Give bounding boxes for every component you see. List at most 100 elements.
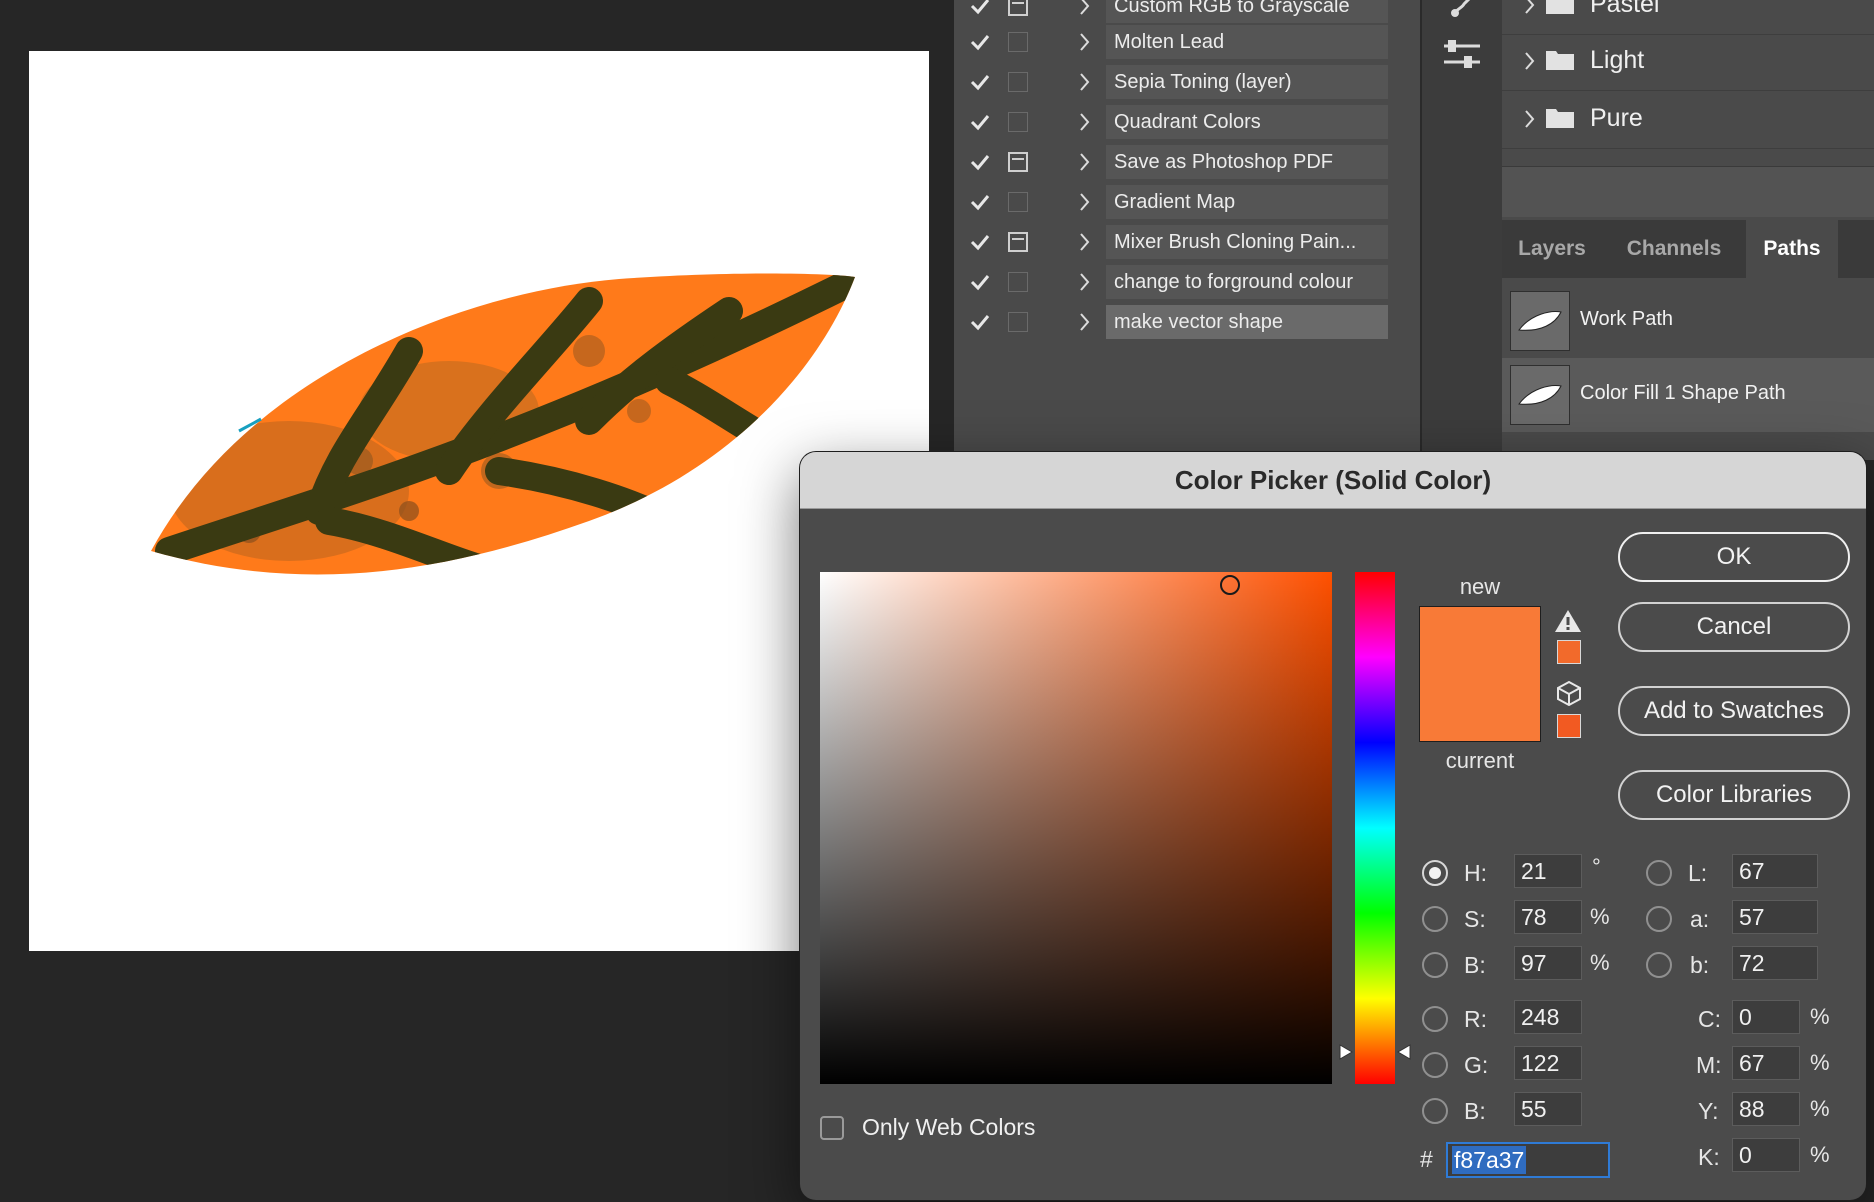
- dialog-toggle-icon[interactable]: [1008, 192, 1028, 212]
- checkmark-icon[interactable]: [968, 30, 992, 54]
- chevron-right-icon[interactable]: [1078, 271, 1092, 293]
- magenta-input[interactable]: 67: [1732, 1046, 1800, 1080]
- only-web-colors-label[interactable]: Only Web Colors: [862, 1114, 1035, 1141]
- swatch-group-row[interactable]: Light: [1502, 34, 1874, 91]
- hex-input[interactable]: f87a37: [1446, 1142, 1610, 1178]
- action-row[interactable]: change to forground colour: [954, 262, 1420, 302]
- lab-a-input[interactable]: 57: [1732, 900, 1818, 934]
- gamut-correction-swatch[interactable]: [1557, 640, 1581, 664]
- saturation-brightness-field[interactable]: [820, 572, 1332, 1084]
- dialog-toggle-icon[interactable]: [1008, 272, 1028, 292]
- adjustments-sliders-icon[interactable]: [1442, 38, 1482, 74]
- chevron-right-icon[interactable]: [1078, 71, 1092, 93]
- action-label[interactable]: Molten Lead: [1106, 25, 1388, 59]
- hue-slider-right-arrow-icon[interactable]: [1396, 1044, 1412, 1060]
- action-label[interactable]: Sepia Toning (layer): [1106, 65, 1388, 99]
- chevron-right-icon[interactable]: [1078, 311, 1092, 333]
- action-label[interactable]: change to forground colour: [1106, 265, 1388, 299]
- brightness-input[interactable]: 97: [1514, 946, 1582, 980]
- document-canvas[interactable]: [29, 51, 929, 951]
- action-label[interactable]: Mixer Brush Cloning Pain...: [1106, 225, 1388, 259]
- dialog-titlebar[interactable]: Color Picker (Solid Color): [800, 452, 1866, 509]
- chevron-right-icon[interactable]: [1524, 0, 1536, 15]
- dialog-toggle-icon[interactable]: [1008, 152, 1028, 172]
- dialog-toggle-icon[interactable]: [1008, 32, 1028, 52]
- color-marker[interactable]: [1220, 575, 1240, 595]
- checkmark-icon[interactable]: [968, 110, 992, 134]
- hue-input[interactable]: 21: [1514, 854, 1582, 888]
- action-row[interactable]: Quadrant Colors: [954, 102, 1420, 142]
- lab-l-radio[interactable]: [1646, 860, 1672, 886]
- red-input[interactable]: 248: [1514, 1000, 1582, 1034]
- cancel-button[interactable]: Cancel: [1618, 602, 1850, 652]
- checkmark-icon[interactable]: [968, 310, 992, 334]
- action-row[interactable]: Save as Photoshop PDF: [954, 142, 1420, 182]
- green-radio[interactable]: [1422, 1052, 1448, 1078]
- black-input[interactable]: 0: [1732, 1138, 1800, 1172]
- gamut-warning-icon[interactable]: [1554, 608, 1582, 634]
- chevron-right-icon[interactable]: [1524, 51, 1536, 71]
- path-label[interactable]: Work Path: [1580, 308, 1673, 331]
- checkmark-icon[interactable]: [968, 70, 992, 94]
- dialog-toggle-icon[interactable]: [1008, 232, 1028, 252]
- lab-l-input[interactable]: 67: [1732, 854, 1818, 888]
- blue-input[interactable]: 55: [1514, 1092, 1582, 1126]
- lab-a-radio[interactable]: [1646, 906, 1672, 932]
- dialog-toggle-icon[interactable]: [1008, 0, 1028, 16]
- lab-b-input[interactable]: 72: [1732, 946, 1818, 980]
- brightness-radio[interactable]: [1422, 952, 1448, 978]
- yellow-input[interactable]: 88: [1732, 1092, 1800, 1126]
- path-label[interactable]: Color Fill 1 Shape Path: [1580, 382, 1786, 405]
- cyan-input[interactable]: 0: [1732, 1000, 1800, 1034]
- checkmark-icon[interactable]: [968, 230, 992, 254]
- ok-button[interactable]: OK: [1618, 532, 1850, 582]
- action-row[interactable]: Mixer Brush Cloning Pain...: [954, 222, 1420, 262]
- tab-paths[interactable]: Paths: [1746, 220, 1838, 278]
- add-to-swatches-button[interactable]: Add to Swatches: [1618, 686, 1850, 736]
- chevron-right-icon[interactable]: [1078, 191, 1092, 213]
- saturation-radio[interactable]: [1422, 906, 1448, 932]
- swatch-group-row[interactable]: Pure: [1502, 92, 1874, 149]
- green-input[interactable]: 122: [1514, 1046, 1582, 1080]
- hue-slider[interactable]: [1355, 572, 1395, 1084]
- hex-value[interactable]: f87a37: [1452, 1146, 1527, 1174]
- action-row[interactable]: Molten Lead: [954, 22, 1420, 62]
- chevron-right-icon[interactable]: [1078, 111, 1092, 133]
- hue-slider-left-arrow-icon[interactable]: [1338, 1044, 1354, 1060]
- chevron-right-icon[interactable]: [1078, 31, 1092, 53]
- chevron-right-icon[interactable]: [1078, 231, 1092, 253]
- color-libraries-button[interactable]: Color Libraries: [1618, 770, 1850, 820]
- web-safe-cube-icon[interactable]: [1556, 680, 1582, 706]
- action-label[interactable]: Save as Photoshop PDF: [1106, 145, 1388, 179]
- action-row[interactable]: Gradient Map: [954, 182, 1420, 222]
- chevron-right-icon[interactable]: [1078, 151, 1092, 173]
- action-label[interactable]: make vector shape: [1106, 305, 1388, 339]
- tab-layers[interactable]: Layers: [1502, 220, 1602, 278]
- tab-channels[interactable]: Channels: [1602, 220, 1746, 278]
- action-label[interactable]: Custom RGB to Grayscale: [1106, 0, 1388, 23]
- chevron-right-icon[interactable]: [1524, 109, 1536, 129]
- checkmark-icon[interactable]: [968, 190, 992, 214]
- hue-radio[interactable]: [1422, 860, 1448, 886]
- action-row-selected[interactable]: make vector shape: [954, 302, 1420, 342]
- red-radio[interactable]: [1422, 1006, 1448, 1032]
- swatch-group-row[interactable]: Pastel: [1502, 0, 1874, 35]
- checkmark-icon[interactable]: [968, 150, 992, 174]
- action-label[interactable]: Quadrant Colors: [1106, 105, 1388, 139]
- dialog-toggle-icon[interactable]: [1008, 312, 1028, 332]
- action-row[interactable]: Sepia Toning (layer): [954, 62, 1420, 102]
- path-row[interactable]: Work Path: [1502, 284, 1874, 358]
- dialog-toggle-icon[interactable]: [1008, 72, 1028, 92]
- only-web-colors-checkbox[interactable]: [820, 1116, 844, 1140]
- path-row-selected[interactable]: Color Fill 1 Shape Path: [1502, 358, 1874, 432]
- dialog-toggle-icon[interactable]: [1008, 112, 1028, 132]
- checkmark-icon[interactable]: [968, 270, 992, 294]
- brush-icon[interactable]: [1450, 0, 1476, 18]
- lab-b-radio[interactable]: [1646, 952, 1672, 978]
- action-label[interactable]: Gradient Map: [1106, 185, 1388, 219]
- blue-radio[interactable]: [1422, 1098, 1448, 1124]
- checkmark-icon[interactable]: [968, 0, 992, 18]
- web-safe-swatch[interactable]: [1557, 714, 1581, 738]
- saturation-input[interactable]: 78: [1514, 900, 1582, 934]
- chevron-right-icon[interactable]: [1078, 0, 1092, 17]
